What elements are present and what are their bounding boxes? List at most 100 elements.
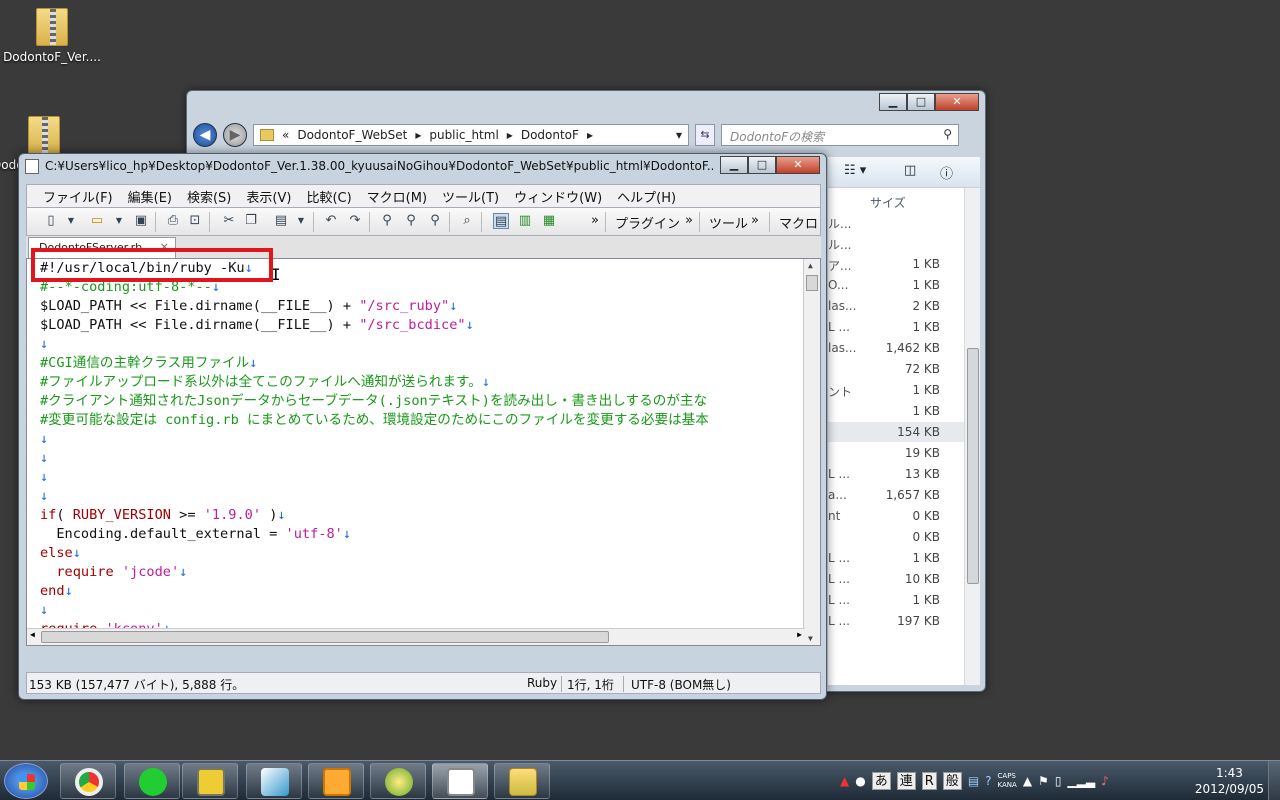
search-input[interactable]: DodontoFの検索 ⚲ xyxy=(721,124,959,146)
ime-mode-r[interactable]: R xyxy=(921,772,937,790)
menu-macro[interactable]: マクロ(M) xyxy=(367,187,427,206)
volume-muted-icon[interactable]: ♪ xyxy=(1101,774,1109,788)
cut-icon[interactable]: ✂ xyxy=(221,213,237,229)
taskbar-notepad[interactable] xyxy=(432,763,488,799)
file-row[interactable]: ル... xyxy=(828,233,964,253)
editor-window[interactable]: C:¥Users¥lico_hp¥Desktop¥DodontoF_Ver.1.… xyxy=(18,153,827,700)
new-file-icon[interactable]: ▯ xyxy=(43,213,59,229)
show-hidden-icons-icon[interactable]: ▲ xyxy=(1023,774,1032,788)
back-button[interactable]: ◀ xyxy=(193,123,217,147)
file-row[interactable]: ル... xyxy=(828,212,964,232)
menu-file[interactable]: ファイル(F) xyxy=(43,187,113,206)
close-button[interactable]: ✕ xyxy=(776,156,820,174)
toolbar-chevron-icon[interactable]: » xyxy=(751,213,759,228)
menu-tools[interactable]: ツール(T) xyxy=(442,187,499,206)
menu-window[interactable]: ウィンドウ(W) xyxy=(514,187,602,206)
address-dropdown-icon[interactable]: ▾ xyxy=(676,128,682,142)
scroll-down-icon[interactable]: ▼ xyxy=(808,634,813,643)
forward-button[interactable]: ▶ xyxy=(223,123,247,147)
undo-icon[interactable]: ↶ xyxy=(323,213,339,229)
open-folder-icon[interactable]: ▭ xyxy=(89,213,105,229)
breadcrumb-item[interactable]: public_html xyxy=(429,128,498,142)
file-row[interactable]: 0 KB xyxy=(828,527,964,547)
scrollbar-thumb[interactable] xyxy=(41,631,609,643)
ime-mode-general[interactable]: 般 xyxy=(942,772,962,790)
file-row[interactable]: 1 KB xyxy=(828,401,964,421)
column-header-size[interactable]: サイズ xyxy=(870,194,906,211)
open-dropdown-icon[interactable]: ▼ xyxy=(111,213,127,229)
refresh-button[interactable]: ⇆ xyxy=(695,124,715,146)
taskbar-paint[interactable] xyxy=(370,763,426,799)
adobe-icon[interactable]: ▲ xyxy=(840,774,849,788)
show-desktop-button[interactable] xyxy=(1268,761,1280,800)
scrollbar-thumb[interactable] xyxy=(806,275,818,291)
menu-view[interactable]: 表示(V) xyxy=(246,187,291,206)
file-row[interactable]: 72 KB xyxy=(828,359,964,379)
maximize-button[interactable]: □ xyxy=(748,156,776,174)
file-row[interactable]: L ... 13 KB xyxy=(828,464,964,484)
close-button[interactable]: ✕ xyxy=(935,93,979,111)
macro-toolbar-label[interactable]: マクロ xyxy=(779,213,818,232)
ime-mode-ren[interactable]: 連 xyxy=(896,772,916,790)
taskbar-pen[interactable] xyxy=(246,763,302,799)
status-encoding[interactable]: UTF-8 (BOM無し) xyxy=(631,676,731,693)
paste-icon[interactable]: ▤ xyxy=(273,213,289,229)
toolbar-chevron-icon[interactable]: » xyxy=(591,213,599,228)
help-icon[interactable]: ? xyxy=(985,774,991,788)
file-row[interactable]: L ... 1 KB xyxy=(828,548,964,568)
title-bar[interactable]: C:¥Users¥lico_hp¥Desktop¥DodontoF_Ver.1.… xyxy=(19,154,826,180)
menu-search[interactable]: 検索(S) xyxy=(187,187,231,206)
record-icon[interactable]: ● xyxy=(855,774,865,788)
code-editor[interactable]: #!/usr/local/bin/ruby -Ku↓ #--*-coding:ut… xyxy=(26,258,821,646)
scrollbar-thumb[interactable] xyxy=(967,348,979,584)
find-prev-icon[interactable]: ⚲ xyxy=(427,213,443,229)
minimize-button[interactable]: ▁ xyxy=(720,156,748,174)
clock[interactable]: 1:43 2012/09/05 xyxy=(1195,765,1264,797)
file-row[interactable]: L ... 1 KB xyxy=(828,317,964,337)
help-icon[interactable]: ⓘ xyxy=(940,163,953,182)
breadcrumb-item[interactable]: DodontoF_WebSet xyxy=(297,128,407,142)
taskbar-chrome[interactable] xyxy=(60,763,116,799)
taskbar-explorer[interactable] xyxy=(494,763,550,799)
network-icon[interactable]: ▯ xyxy=(1055,774,1062,788)
file-row[interactable]: nt 0 KB xyxy=(828,506,964,526)
sync-icon[interactable]: ▦ xyxy=(541,213,557,229)
copy-icon[interactable]: ❐ xyxy=(243,213,259,229)
search-icon[interactable]: ⚲ xyxy=(943,127,952,141)
redo-icon[interactable]: ↷ xyxy=(347,213,363,229)
plugin-toolbar-label[interactable]: プラグイン xyxy=(615,213,680,232)
file-row[interactable]: las... 1,462 KB xyxy=(828,338,964,358)
status-cursor-position[interactable]: 1行, 1桁 xyxy=(567,676,614,693)
menu-compare[interactable]: 比較(C) xyxy=(306,187,351,206)
maximize-button[interactable]: □ xyxy=(907,93,935,111)
signal-icon[interactable]: ▁▂▃ xyxy=(1067,774,1095,788)
save-icon[interactable]: ▣ xyxy=(133,213,149,229)
breadcrumb-item[interactable]: DodontoF xyxy=(521,128,579,142)
compare-icon[interactable]: ▥ xyxy=(517,213,533,229)
tools-toolbar-label[interactable]: ツール xyxy=(709,213,748,232)
menu-help[interactable]: ヘルプ(H) xyxy=(617,187,676,206)
print-icon[interactable]: ⎙ xyxy=(165,213,181,229)
tile-view-icon[interactable]: ▤ xyxy=(493,213,509,229)
file-row[interactable]: L ... 197 KB xyxy=(828,611,964,631)
ime-mode-hiragana[interactable]: あ xyxy=(871,772,891,790)
taskbar-terapad[interactable] xyxy=(182,763,238,799)
file-row[interactable]: las... 2 KB xyxy=(828,296,964,316)
toolbar-chevron-icon[interactable]: » xyxy=(685,213,693,228)
breadcrumb-chevron[interactable]: « xyxy=(282,128,289,142)
find-next-icon[interactable]: ⚲ xyxy=(403,213,419,229)
file-row[interactable]: 154 KB xyxy=(828,422,964,442)
file-row[interactable]: ント 1 KB xyxy=(828,380,964,400)
vertical-scrollbar[interactable]: ▲ ▼ xyxy=(803,259,820,645)
file-row[interactable]: O... 1 KB xyxy=(828,275,964,295)
status-language[interactable]: Ruby xyxy=(527,676,557,690)
paste-dropdown-icon[interactable]: ▼ xyxy=(293,213,309,229)
menu-edit[interactable]: 編集(E) xyxy=(128,187,172,206)
file-row[interactable]: ア... 1 KB xyxy=(828,254,964,274)
new-dropdown-icon[interactable]: ▼ xyxy=(63,213,79,229)
find-icon[interactable]: ⚲ xyxy=(379,213,395,229)
scroll-right-icon[interactable]: ▶ xyxy=(797,630,802,639)
ime-tools-icon[interactable]: ▤ xyxy=(968,774,979,788)
taskbar-line[interactable] xyxy=(124,763,180,799)
view-options-icon[interactable]: ☷ ▾ xyxy=(844,163,866,178)
